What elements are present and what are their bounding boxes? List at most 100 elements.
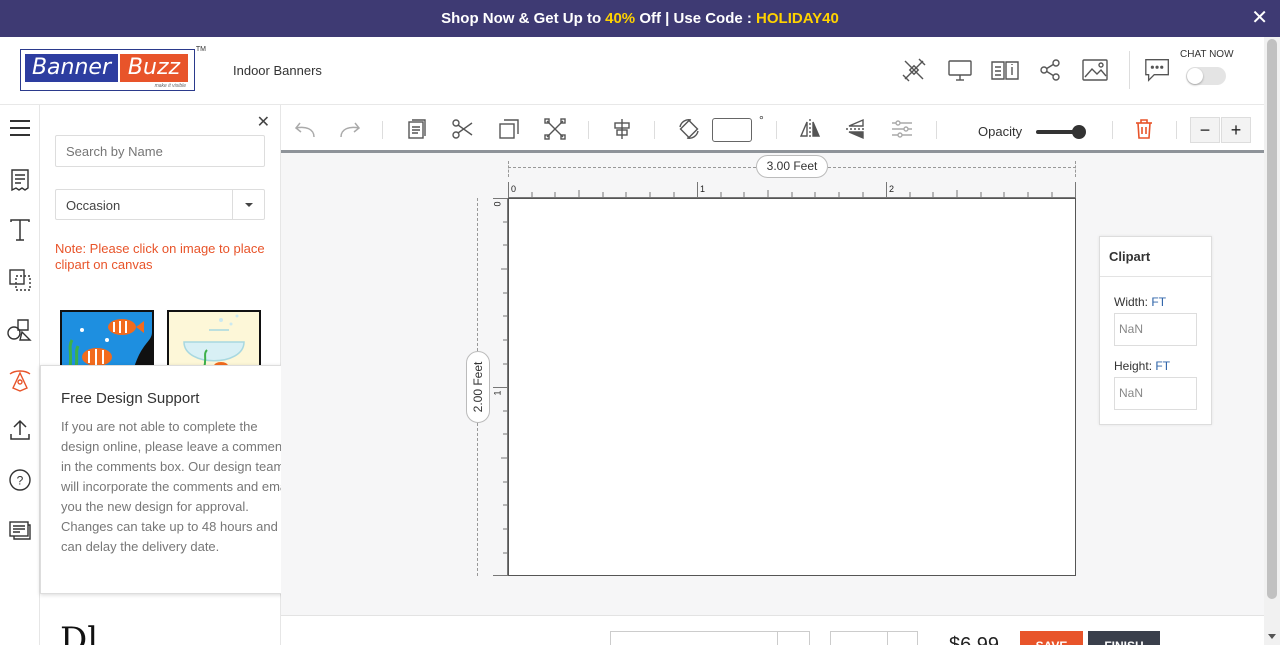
text-icon[interactable]	[6, 216, 34, 244]
hruler-number: 0	[511, 184, 517, 194]
header-separator	[1129, 51, 1130, 89]
occasion-select-value: Occasion	[66, 198, 121, 213]
clipart-properties-panel: Clipart Width: FT NaN Height: FT NaN	[1099, 236, 1212, 425]
height-input[interactable]: NaN	[1114, 377, 1197, 410]
chat-toggle[interactable]	[1186, 67, 1226, 85]
finish-button[interactable]: FINISH	[1088, 631, 1160, 645]
design-tools-icon[interactable]	[899, 55, 929, 85]
logo[interactable]: Banner Buzz make it visible TM	[20, 46, 206, 91]
chat-now-label: CHAT NOW	[1180, 49, 1234, 60]
save-button[interactable]: SAVE	[1020, 631, 1083, 645]
toolbar-separator	[588, 121, 589, 139]
editor-toolbar: ° Opacity − +	[281, 105, 1264, 153]
help-icon[interactable]: ?	[6, 466, 34, 494]
width-label: Width: FT	[1114, 295, 1166, 309]
height-unit: FT	[1155, 359, 1171, 373]
chat-icon[interactable]	[1143, 55, 1173, 85]
scrollbar-thumb[interactable]	[1267, 39, 1277, 599]
chevron-down-icon	[777, 632, 809, 645]
clipart-thumbnail[interactable]	[60, 310, 154, 370]
height-dimension-label: 2.00 Feet	[471, 361, 485, 413]
footer-quantity-select[interactable]	[830, 631, 918, 645]
menu-icon[interactable]	[6, 114, 34, 142]
vertical-ruler: 0 1	[493, 198, 508, 576]
width-input[interactable]: NaN	[1114, 313, 1197, 346]
promo-prefix: Shop Now & Get Up to	[441, 10, 602, 27]
scroll-down-arrow-icon[interactable]	[1268, 634, 1276, 639]
width-dimension-tick	[508, 161, 509, 177]
shapes-icon[interactable]	[6, 266, 34, 294]
horizontal-ruler-ticks	[508, 182, 1076, 198]
toolbar-separator	[1176, 121, 1177, 139]
copy-icon[interactable]	[497, 117, 521, 141]
search-input[interactable]	[55, 135, 265, 167]
height-label: Height: FT	[1114, 359, 1170, 373]
zoom-in-button[interactable]: +	[1221, 117, 1251, 143]
opacity-label: Opacity	[978, 124, 1023, 139]
hruler-number: 2	[889, 184, 895, 194]
share-icon[interactable]	[1035, 55, 1065, 85]
product-info-icon[interactable]	[990, 55, 1020, 85]
toolbar-separator	[382, 121, 383, 139]
templates-icon[interactable]	[6, 166, 34, 194]
footer-bar: $6.99 SAVE FINISH	[281, 615, 1264, 645]
image-icon[interactable]	[1080, 55, 1110, 85]
promo-close-icon[interactable]: ✕	[1251, 8, 1268, 28]
chevron-down-icon	[232, 190, 264, 219]
clipart-panel-title: Clipart	[1100, 237, 1211, 277]
clipart-note: Note: Please click on image to place cli…	[55, 241, 265, 272]
logo-tagline: make it visible	[154, 83, 186, 89]
trash-icon[interactable]	[1132, 117, 1156, 141]
flip-horizontal-icon[interactable]	[798, 117, 822, 141]
design-support-popup: ✕ Free Design Support If you are not abl…	[40, 365, 310, 594]
promo-middle: Off | Use Code :	[635, 10, 757, 27]
comments-icon[interactable]	[6, 516, 34, 544]
design-artboard[interactable]	[508, 198, 1076, 576]
clipart-thumbnail-partial[interactable]: Dl	[60, 620, 98, 645]
toolbar-separator	[936, 121, 937, 139]
chevron-down-icon	[887, 632, 917, 645]
undo-icon[interactable]	[293, 117, 317, 141]
upload-icon[interactable]	[6, 416, 34, 444]
horizontal-ruler: 0 1 2	[508, 182, 1076, 198]
page-scrollbar[interactable]	[1264, 37, 1280, 645]
rotation-input[interactable]	[712, 118, 752, 142]
clipart-thumbnail[interactable]	[167, 310, 261, 370]
height-dimension-pill: 2.00 Feet	[466, 351, 490, 423]
breadcrumb[interactable]: Indoor Banners	[233, 63, 322, 78]
cut-icon[interactable]	[451, 117, 475, 141]
clipart-icon[interactable]	[6, 366, 34, 394]
delete-x-icon[interactable]	[543, 117, 567, 141]
degree-symbol: °	[759, 113, 764, 127]
footer-option-select[interactable]	[610, 631, 810, 645]
price: $6.99	[949, 634, 1000, 645]
toolbar-separator	[1112, 121, 1113, 139]
flip-vertical-icon[interactable]	[844, 117, 868, 141]
toggle-knob	[1187, 68, 1203, 84]
occasion-select[interactable]: Occasion	[55, 189, 265, 220]
rotate-icon[interactable]	[677, 117, 701, 141]
popup-body: If you are not able to complete the desi…	[61, 419, 293, 554]
width-label-text: Width:	[1114, 295, 1149, 309]
svg-text:?: ?	[17, 474, 24, 488]
redo-icon[interactable]	[338, 117, 362, 141]
opacity-slider-knob[interactable]	[1072, 125, 1086, 139]
toolbar-separator	[654, 121, 655, 139]
logo-part1: Banner	[25, 54, 118, 82]
promo-bar: Shop Now & Get Up to 40% Off | Use Code …	[0, 0, 1280, 37]
popup-title: Free Design Support	[61, 390, 200, 407]
adjust-sliders-icon[interactable]	[890, 117, 914, 141]
opacity-slider[interactable]	[1036, 125, 1086, 139]
logo-trademark: TM	[195, 46, 206, 53]
paste-icon[interactable]	[405, 117, 429, 141]
vruler-number: 1	[492, 390, 503, 396]
toolbar-separator	[776, 121, 777, 139]
align-center-icon[interactable]	[610, 117, 634, 141]
promo-code: HOLIDAY40	[756, 10, 839, 27]
panel-close-icon[interactable]: ✕	[257, 112, 270, 132]
zoom-out-button[interactable]: −	[1190, 117, 1220, 143]
width-dimension-tick	[1075, 161, 1076, 177]
promo-discount: 40%	[605, 10, 636, 27]
elements-icon[interactable]	[6, 316, 34, 344]
monitor-preview-icon[interactable]	[945, 55, 975, 85]
